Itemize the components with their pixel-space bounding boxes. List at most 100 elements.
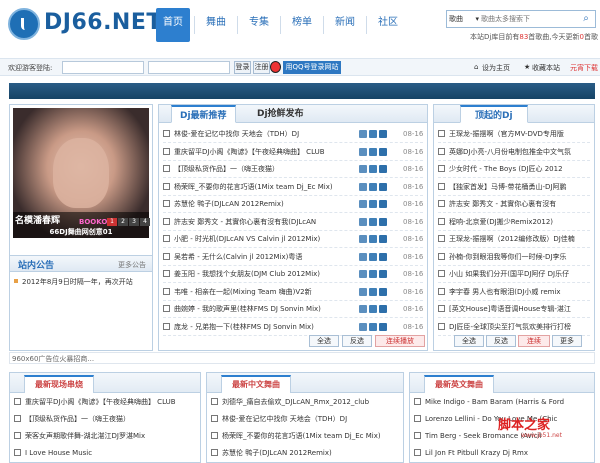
- top-song-row[interactable]: 程响-北京爱(DJ搬少Remix2012): [438, 215, 592, 230]
- song-checkbox[interactable]: [438, 287, 445, 295]
- section-song-row[interactable]: 重庆留平DJ小阁《陶谚》【午夜经典嗨曲】 CLUB: [14, 395, 196, 410]
- song-title[interactable]: 姜玉阳 - 我想找个女朋友(DJM Club 2012Mix): [174, 270, 320, 278]
- section-song-row[interactable]: I Love House Music: [14, 446, 196, 461]
- search-type-select[interactable]: 歌曲: [449, 13, 479, 25]
- song-title[interactable]: 杨荣晖_不要你的花言巧语(1Mix team Dj_Ec Mix): [222, 432, 381, 440]
- song-title[interactable]: Lil Jon Ft Pitbull Krazy Dj Rmx: [425, 449, 528, 457]
- ad-banner[interactable]: 960x60广告位火暴招商...: [9, 352, 595, 364]
- song-title[interactable]: I Love House Music: [25, 449, 92, 457]
- section-song-row[interactable]: Mike Indigo - Bam Baram (Harris & Ford: [414, 395, 590, 410]
- download-icon[interactable]: [379, 147, 387, 156]
- song-title[interactable]: 林俊-爱在记忆中找你 天地会（TDH）DJ: [174, 130, 299, 138]
- add-icon[interactable]: [369, 287, 377, 296]
- download-icon[interactable]: [379, 130, 387, 138]
- song-title[interactable]: 小肥 - 时光机(DJLcAN VS Calvin jl 2012Mix): [174, 235, 320, 243]
- song-checkbox[interactable]: [414, 449, 421, 456]
- song-title[interactable]: 曲婉婷 - 我的歌声里(桂林FMS DJ Sonvin Mix): [174, 305, 321, 313]
- song-checkbox[interactable]: [163, 217, 170, 225]
- section-song-row[interactable]: 刘德华_痛自去偷欢_DJLcAN_Rmx_2012_club: [211, 395, 399, 410]
- download-icon[interactable]: [379, 252, 387, 261]
- song-checkbox[interactable]: [163, 252, 170, 260]
- section-live-mix-title[interactable]: 最新现场串烧: [24, 375, 94, 393]
- song-title[interactable]: 程响-北京爱(DJ搬少Remix2012): [449, 218, 553, 226]
- password-field[interactable]: [148, 61, 230, 74]
- song-checkbox[interactable]: [163, 147, 170, 155]
- qq-login-button[interactable]: 用QQ号登录网站: [283, 61, 341, 74]
- download-icon[interactable]: [379, 217, 387, 226]
- play-icon[interactable]: [359, 217, 367, 226]
- bookmark-link[interactable]: 收藏本站: [532, 63, 560, 73]
- slide-page-2[interactable]: 2: [118, 218, 128, 226]
- slide-page-3[interactable]: 3: [129, 218, 139, 226]
- song-row[interactable]: 小肥 - 时光机(DJLcAN VS Calvin jl 2012Mix): [163, 232, 353, 247]
- song-title[interactable]: 苏慧伦 鸭子(DJLcAN 2012Remix): [222, 449, 332, 457]
- song-title[interactable]: 吴若希 - 无什么(Calvin jl 2012Mix)粤语: [174, 253, 302, 261]
- play-icon[interactable]: [359, 147, 367, 156]
- tab-latest-recommend[interactable]: Dj最新推荐: [171, 105, 236, 123]
- song-checkbox[interactable]: [14, 415, 21, 422]
- song-checkbox[interactable]: [414, 415, 421, 422]
- album-cover-image[interactable]: 名模潘春辉 BOOKO 1 2 3 4 66DJ舞曲网创意01: [13, 108, 150, 238]
- add-icon[interactable]: [369, 130, 377, 138]
- play-icon[interactable]: [359, 165, 367, 173]
- register-button[interactable]: 注册: [253, 61, 270, 74]
- download-icon[interactable]: [379, 322, 387, 331]
- song-row[interactable]: 苏慧伦 鸭子(DJLcAN 2012Remix): [163, 197, 353, 212]
- song-row[interactable]: 曲婉婷 - 我的歌声里(桂林FMS DJ Sonvin Mix): [163, 302, 353, 317]
- song-title[interactable]: 小山 如果我们分开(国平DJ阿仔 DJ乐仔: [449, 270, 569, 278]
- song-title[interactable]: 少女时代 - The Boys (DJ匠心 2012: [449, 165, 563, 173]
- song-checkbox[interactable]: [163, 165, 170, 172]
- song-checkbox[interactable]: [211, 398, 218, 405]
- song-checkbox[interactable]: [438, 200, 445, 207]
- top-song-row[interactable]: [英文House]粤语音调House专辑-湛江: [438, 302, 592, 317]
- section-song-row[interactable]: 荣客女声期歌伴舞-湖北湛江DJ罗湛Mix: [14, 429, 196, 444]
- song-title[interactable]: 王琛龙-振摆啊（2012编修改版）DJ佳楠: [449, 235, 575, 243]
- song-title[interactable]: 許志安 鄭秀文 - 其實你心裏有沒有: [449, 200, 556, 208]
- song-checkbox[interactable]: [438, 147, 445, 155]
- song-title[interactable]: 庞龙 - 兄弟抱一下(桂林FMS DJ Sonvin Mix): [174, 323, 314, 331]
- song-checkbox[interactable]: [163, 322, 170, 330]
- song-checkbox[interactable]: [163, 305, 170, 312]
- download-icon[interactable]: [379, 182, 387, 191]
- song-checkbox[interactable]: [211, 449, 218, 456]
- red-promo-link[interactable]: 元宵下载: [570, 63, 598, 73]
- add-icon[interactable]: [369, 200, 377, 208]
- song-checkbox[interactable]: [211, 432, 218, 439]
- play-icon[interactable]: [359, 182, 367, 191]
- nav-home[interactable]: 首页: [156, 8, 190, 42]
- play-icon[interactable]: [359, 235, 367, 243]
- song-row[interactable]: 林俊-爱在记忆中找你 天地会（TDH）DJ: [163, 127, 353, 142]
- song-title[interactable]: 王琛龙-振摆啊（官方MV-DVD专用版: [449, 130, 564, 138]
- download-icon[interactable]: [379, 200, 387, 208]
- right-invert-select-button[interactable]: 反选: [486, 335, 516, 347]
- play-icon[interactable]: [359, 287, 367, 296]
- song-checkbox[interactable]: [163, 130, 170, 137]
- nav-community[interactable]: 社区: [371, 8, 405, 42]
- notice-more-link[interactable]: 更多公告: [118, 260, 146, 270]
- song-checkbox[interactable]: [438, 235, 445, 242]
- download-icon[interactable]: [379, 235, 387, 243]
- song-checkbox[interactable]: [438, 130, 445, 137]
- section-song-row[interactable]: 【顶级私货作品】一（嗨王夜猫）: [14, 412, 196, 427]
- play-icon[interactable]: [359, 252, 367, 261]
- top-song-row[interactable]: 王琛龙-振摆啊（2012编修改版）DJ佳楠: [438, 232, 592, 247]
- download-icon[interactable]: [379, 165, 387, 173]
- username-field[interactable]: [62, 61, 144, 74]
- section-english-title[interactable]: 最新英文舞曲: [424, 375, 494, 393]
- song-row[interactable]: 吴若希 - 无什么(Calvin jl 2012Mix)粤语: [163, 250, 353, 265]
- top-song-row[interactable]: 少女时代 - The Boys (DJ匠心 2012: [438, 162, 592, 177]
- section-song-row[interactable]: 苏慧伦 鸭子(DJLcAN 2012Remix): [211, 446, 399, 461]
- right-select-all-button[interactable]: 全选: [454, 335, 484, 347]
- add-icon[interactable]: [369, 322, 377, 331]
- song-row[interactable]: 庞龙 - 兄弟抱一下(桂林FMS DJ Sonvin Mix): [163, 320, 353, 335]
- song-row[interactable]: 【顶级私货作品】一（嗨王夜猫）: [163, 162, 353, 177]
- song-checkbox[interactable]: [438, 217, 445, 225]
- top-song-row[interactable]: 王琛龙-振摆啊（官方MV-DVD专用版: [438, 127, 592, 142]
- song-title[interactable]: 李宇春 男人也有眼泪(DJ小威 remix: [449, 288, 561, 296]
- set-home-link[interactable]: 设为主页: [482, 63, 510, 73]
- song-title[interactable]: 【顶级私货作品】一（嗨王夜猫）: [25, 415, 130, 423]
- song-row[interactable]: 許志安 鄭秀文 - 其實你心裏有沒有我(DJLcAN: [163, 215, 353, 230]
- song-title[interactable]: 【顶级私货作品】一（嗨王夜猫）: [174, 165, 279, 173]
- song-checkbox[interactable]: [438, 182, 445, 190]
- top-song-row[interactable]: 英娜DJ小亮-八月份电制包推金中文气氛: [438, 145, 592, 160]
